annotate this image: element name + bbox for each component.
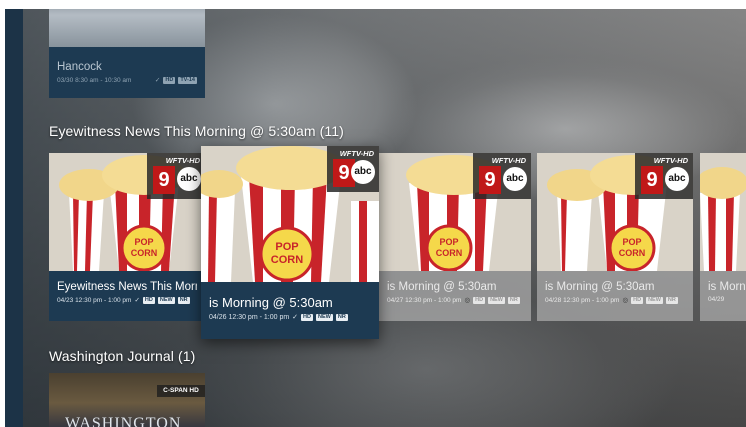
abc-logo: abc	[665, 167, 689, 191]
network-logo: WFTV-HD 9 abc	[473, 153, 531, 199]
network-logo: WFTV-HD 9 abc	[327, 146, 379, 192]
channel-number: 9	[479, 166, 501, 194]
badge-new: NEW	[157, 296, 175, 304]
thumbnail	[700, 153, 746, 271]
card-meta: 04/28 12:30 pm - 1:00 pm	[545, 296, 620, 304]
svg-text:CORN: CORN	[619, 248, 646, 258]
badge-new: NEW	[646, 296, 663, 304]
row-title-washington-journal: Washington Journal (1)	[49, 348, 196, 364]
thumbnail: POP CORN WFTV-HD 9 abc	[49, 153, 205, 271]
channel-number: 9	[153, 166, 175, 194]
badge-rating: NR	[665, 296, 678, 304]
badge-hd: HD	[473, 296, 486, 304]
thumbnail: POP CORN WFTV-HD 9 abc	[537, 153, 693, 271]
svg-text:CORN: CORN	[131, 248, 158, 258]
check-icon: ✓	[292, 314, 299, 321]
network-call-sign: WFTV-HD	[165, 156, 200, 165]
card-meta: 04/29	[708, 296, 725, 303]
popcorn-art	[700, 153, 746, 271]
svg-text:POP: POP	[275, 241, 298, 253]
card-title: is Morning @ 5:30am	[387, 281, 497, 293]
abc-logo: abc	[503, 167, 527, 191]
network-logo: C-SPAN HD	[157, 385, 205, 397]
card-title: Eyewitness News This Morn	[57, 281, 197, 293]
thumbnail	[49, 9, 205, 47]
recording-card-hancock[interactable]: Hancock 03/30 8:30 am - 10:30 am ✓ HD TV…	[49, 9, 205, 98]
card-title: is Morning @ 5:30am	[545, 281, 655, 293]
channel-number: 9	[641, 166, 663, 194]
card-meta: 04/27 12:30 pm - 1:00 pm	[387, 296, 462, 304]
badge-rating: NR	[177, 296, 190, 304]
svg-text:POP: POP	[439, 237, 458, 247]
tv-screen: Hancock 03/30 8:30 am - 10:30 am ✓ HD TV…	[5, 9, 746, 427]
episode-card[interactable]: is Morn 04/29	[700, 153, 746, 321]
row-title-eyewitness: Eyewitness News This Morning @ 5:30am (1…	[49, 123, 344, 139]
badge-rating: NR	[335, 313, 348, 321]
card-meta: 04/26 12:30 pm - 1:00 pm	[209, 313, 290, 321]
abc-logo: abc	[177, 167, 201, 191]
card-meta: 04/23 12:30 pm - 1:00 pm	[57, 296, 132, 304]
recording-card-washington-journal[interactable]: C-SPAN HD WASHINGTON	[49, 373, 205, 427]
episode-card[interactable]: POP CORN WFTV-HD 9 abc Eyewitness News T…	[49, 153, 205, 321]
badge-rating: TV-14	[178, 76, 197, 84]
recording-icon: ◎	[622, 297, 629, 304]
episode-card-focused[interactable]: POP CORN WFTV-HD 9 abc is Morning @ 5:30…	[201, 146, 379, 339]
badge-hd: HD	[163, 76, 176, 84]
network-logo: WFTV-HD 9 abc	[147, 153, 205, 199]
card-meta: 03/30 8:30 am - 10:30 am	[57, 76, 132, 84]
program-art-text: WASHINGTON	[65, 415, 182, 427]
card-title: is Morn	[708, 281, 746, 293]
network-call-sign: WFTV-HD	[653, 156, 688, 165]
check-icon: ✓	[154, 77, 161, 84]
abc-logo: abc	[351, 160, 375, 184]
badge-hd: HD	[301, 313, 313, 321]
badge-hd: HD	[142, 296, 155, 304]
badge-new: NEW	[488, 296, 505, 304]
svg-text:CORN: CORN	[271, 254, 303, 266]
episode-card[interactable]: POP CORN WFTV-HD 9 abc is Morning @ 5:30…	[379, 153, 531, 321]
card-title: is Morning @ 5:30am	[209, 295, 333, 310]
svg-text:POP: POP	[134, 237, 153, 247]
network-logo: WFTV-HD 9 abc	[635, 153, 693, 199]
episode-card[interactable]: POP CORN WFTV-HD 9 abc is Morning @ 5:30…	[537, 153, 693, 321]
badge-rating: NR	[507, 296, 520, 304]
network-call-sign: WFTV-HD	[339, 149, 374, 158]
svg-text:CORN: CORN	[436, 248, 463, 258]
thumbnail: C-SPAN HD WASHINGTON	[49, 373, 205, 427]
thumbnail: POP CORN WFTV-HD 9 abc	[379, 153, 531, 271]
check-icon: ✓	[134, 297, 140, 304]
thumbnail: POP CORN WFTV-HD 9 abc	[201, 146, 379, 282]
badge-new: NEW	[316, 313, 333, 321]
svg-text:POP: POP	[622, 237, 641, 247]
left-nav-bar	[5, 9, 23, 427]
badge-hd: HD	[631, 296, 644, 304]
recording-icon: ◎	[464, 297, 471, 304]
network-call-sign: WFTV-HD	[491, 156, 526, 165]
card-title: Hancock	[57, 61, 102, 73]
